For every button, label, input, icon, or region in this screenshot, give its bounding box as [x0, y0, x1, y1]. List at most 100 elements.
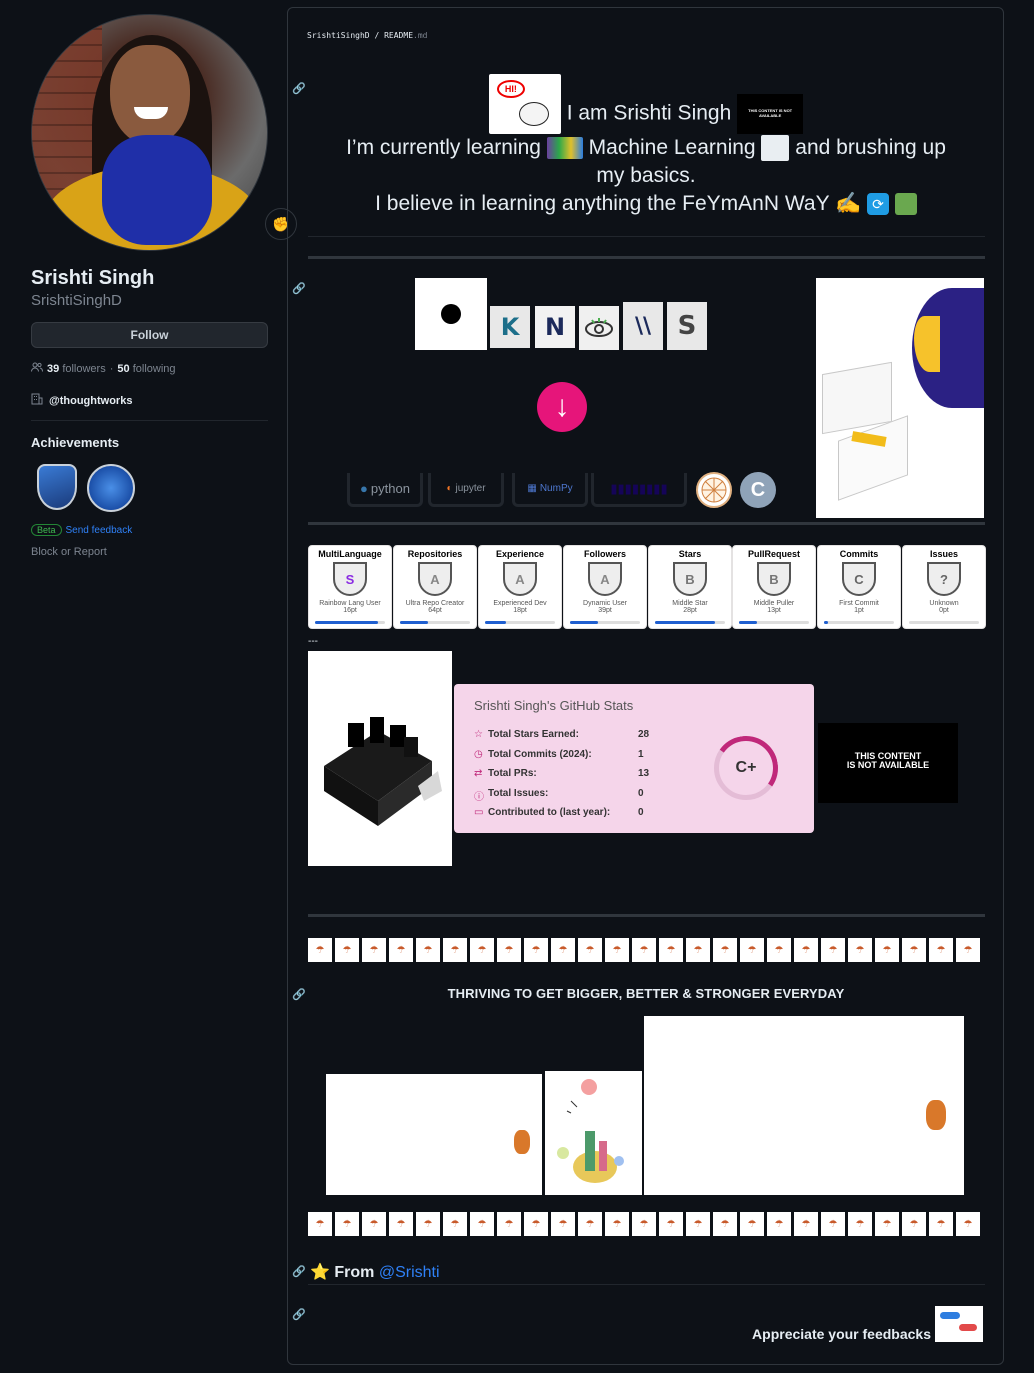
profile-avatar[interactable]: [31, 14, 268, 251]
umbrella-tile-icon: ☂: [686, 1212, 710, 1236]
trophy-points: 39pt: [598, 607, 612, 614]
trophy-card: Experience A Experienced Dev 18pt: [478, 545, 562, 629]
readme-box: SrishtiSinghD / README.md 🔗 HI! I am Sri…: [287, 7, 1004, 1365]
woman-keyboard-illustration: [816, 278, 984, 518]
trophy-points: 64pt: [428, 607, 442, 614]
breadcrumb-user[interactable]: SrishtiSinghD: [307, 31, 370, 40]
dot-logo: [415, 278, 487, 350]
umbrella-tile-icon: ☂: [794, 938, 818, 962]
stat-value: 1: [638, 748, 644, 760]
stat-icon: ⓘ: [474, 791, 484, 803]
intro-heading: HI! I am Srishti Singh THIS CONTENT IS N…: [308, 74, 984, 218]
umbrella-tile-icon: ☂: [956, 938, 980, 962]
umbrella-tile-icon: ☂: [470, 1212, 494, 1236]
trophy-card: Repositories A Ultra Repo Creator 64pt: [393, 545, 477, 629]
stats-title: Srishti Singh's GitHub Stats: [474, 698, 634, 713]
umbrella-tile-icon: ☂: [578, 938, 602, 962]
trophy-cup-icon: A: [503, 562, 537, 596]
link-icon[interactable]: 🔗: [292, 1265, 306, 1278]
trophy-cup-icon: C: [842, 562, 876, 596]
umbrella-tile-icon: ☂: [956, 1212, 980, 1236]
umbrella-tile-icon: ☂: [605, 1212, 629, 1236]
umbrella-tile-icon: ☂: [443, 1212, 467, 1236]
umbrella-tile-icon: ☂: [848, 938, 872, 962]
umbrella-tile-icon: ☂: [632, 1212, 656, 1236]
umbrella-tile-icon: ☂: [578, 1212, 602, 1236]
tile-strip: ☂ ☂ ☂ ☂ ☂ ☂ ☂ ☂ ☂ ☂ ☂ ☂ ☂ ☂ ☂ ☂ ☂ ☂ ☂ ☂ ☂ ☂ ☂ ☂ ☂: [308, 1212, 984, 1236]
stat-icon: ◷: [474, 748, 483, 760]
link-icon[interactable]: 🔗: [292, 988, 306, 1001]
profile-name: Srishti Singh: [31, 267, 155, 289]
umbrella-tile-icon: ☂: [605, 938, 629, 962]
trophy-title: MultiLanguage: [318, 549, 382, 559]
divider: [308, 522, 985, 525]
tile-strip: ☂ ☂ ☂ ☂ ☂ ☂ ☂ ☂ ☂ ☂ ☂ ☂ ☂ ☂ ☂ ☂ ☂ ☂ ☂ ☂ ☂ ☂ ☂ ☂ ☂: [308, 938, 984, 962]
following-link[interactable]: 50 following: [117, 363, 175, 375]
achievement-badges: [31, 464, 268, 512]
trophy-name: Dynamic User: [583, 600, 627, 607]
divider: [308, 1284, 985, 1285]
profile-sidebar: ✊ Srishti Singh SrishtiSinghD Follow 39 …: [31, 14, 297, 558]
link-icon[interactable]: 🔗: [292, 282, 306, 295]
trophy-progress: [400, 621, 470, 624]
link-icon[interactable]: 🔗: [292, 1308, 306, 1321]
umbrella-tile-icon: ☂: [767, 938, 791, 962]
stat-value: 28: [638, 729, 650, 740]
followers-link[interactable]: 39 followers: [47, 363, 106, 375]
hi-bunny-gif: HI!: [488, 74, 561, 134]
cube-animation: [308, 651, 452, 866]
link-icon[interactable]: 🔗: [292, 82, 306, 95]
srishti-link[interactable]: @Srishti: [379, 1264, 440, 1281]
umbrella-tile-icon: ☂: [416, 1212, 440, 1236]
pandas-badge: ▮▮▮▮▮▮▮▮: [591, 473, 687, 507]
trophy-points: 0pt: [939, 607, 949, 614]
block-report-link[interactable]: Block or Report: [31, 546, 268, 558]
umbrella-tile-icon: ☂: [416, 938, 440, 962]
umbrella-tile-icon: ☂: [875, 1212, 899, 1236]
trophy-progress: [485, 621, 555, 624]
trophy-progress: [655, 621, 725, 624]
divider: [31, 420, 268, 421]
trophy-card: MultiLanguage S Rainbow Lang User 16pt: [308, 545, 392, 629]
umbrella-tile-icon: ☂: [308, 938, 332, 962]
stat-row: ☆ Total Stars Earned: 28: [474, 729, 649, 740]
eye-logo: [579, 306, 619, 350]
umbrella-tile-icon: ☂: [335, 938, 359, 962]
keras-logo: K: [490, 306, 530, 348]
trophy-cup-icon: B: [673, 562, 707, 596]
umbrella-tile-icon: ☂: [875, 938, 899, 962]
achievements-title[interactable]: Achievements: [31, 435, 268, 450]
appreciate-row: Appreciate your feedbacks: [752, 1306, 983, 1342]
follow-button[interactable]: Follow: [31, 322, 268, 348]
trophy-progress: [570, 621, 640, 624]
trophy-card: PullRequest B Middle Puller 13pt: [732, 545, 816, 629]
organization-row[interactable]: @thoughtworks: [31, 393, 268, 408]
achievement-badge-pull-shark[interactable]: [37, 464, 77, 510]
trophy-name: Rainbow Lang User: [319, 600, 381, 607]
achievement-badge-quickdraw[interactable]: [87, 464, 135, 512]
breadcrumb: SrishtiSinghD / README.md: [307, 31, 428, 40]
umbrella-tile-icon: ☂: [389, 1212, 413, 1236]
trophy-progress: [909, 621, 979, 624]
stat-icon: ⇄: [474, 768, 483, 779]
stat-value: 0: [638, 787, 644, 799]
trophy-title: Repositories: [407, 549, 463, 559]
runner-gif-right: [644, 1016, 964, 1195]
send-feedback-link[interactable]: Send feedback: [66, 525, 133, 536]
s-logo: S: [667, 302, 707, 350]
stat-value: 0: [638, 807, 644, 818]
appreciate-text: Appreciate your feedbacks: [752, 1326, 931, 1342]
stat-label: Total Issues:: [488, 787, 549, 799]
profile-login: SrishtiSinghD: [31, 292, 122, 309]
chat-bubbles-icon: [935, 1306, 983, 1342]
from-heading: ⭐ From @Srishti: [310, 1264, 440, 1281]
umbrella-tile-icon: ☂: [929, 1212, 953, 1236]
trophy-points: 18pt: [513, 607, 527, 614]
trophy-name: First Commit: [839, 600, 879, 607]
plants-illustration: [545, 1071, 642, 1195]
umbrella-tile-icon: ☂: [929, 938, 953, 962]
umbrella-tile-icon: ☂: [902, 1212, 926, 1236]
numpy-badge: ▦ NumPy: [512, 473, 588, 507]
runner-gif-left: [326, 1074, 542, 1195]
stat-icon: ☆: [474, 729, 483, 740]
